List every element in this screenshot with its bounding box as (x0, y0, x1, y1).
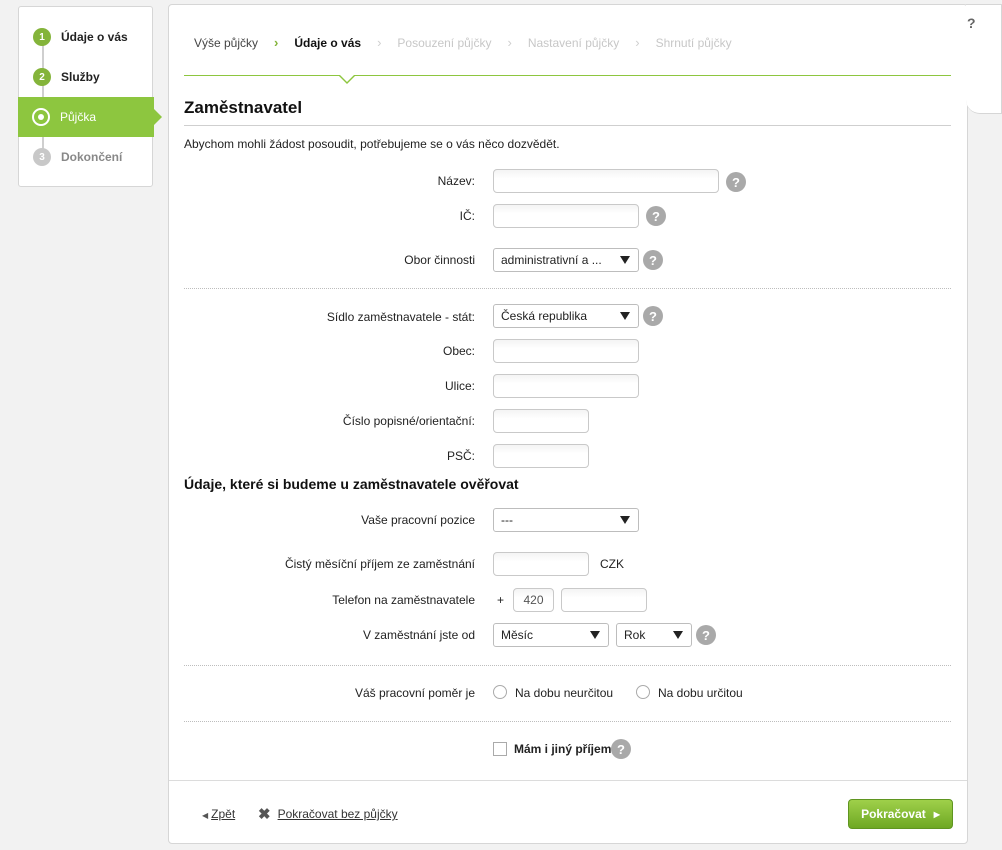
help-icon[interactable]: ? (726, 172, 746, 192)
psc-input[interactable] (493, 444, 589, 468)
sidebar-item-pujcka[interactable]: Půjčka (18, 97, 162, 137)
dropdown-arrow-icon (620, 312, 630, 320)
help-icon[interactable]: ? (646, 206, 666, 226)
section-divider (184, 665, 951, 666)
step-breadcrumb: Výše půjčky › Údaje o vás › Posouzení pů… (194, 35, 732, 50)
skip-loan-link[interactable]: ✖ Pokračovat bez půjčky (258, 805, 398, 823)
step-nastaveni: Nastavení půjčky (527, 35, 620, 50)
step-posouzeni: Posouzení půjčky (397, 35, 492, 50)
obor-select[interactable]: administrativní a ... (493, 248, 639, 272)
help-icon[interactable]: ? (611, 739, 631, 759)
chevron-right-icon: › (274, 35, 279, 50)
chevron-right-icon: › (377, 35, 382, 50)
obor-label: Obor činnosti (404, 253, 475, 267)
current-step-icon (32, 108, 50, 126)
pozice-select[interactable]: --- (493, 508, 639, 532)
back-label: Zpět (211, 807, 236, 821)
progress-sidebar: 1 Údaje o vás 2 Služby Půjčka 3 Dokončen… (18, 6, 162, 187)
neurcitou-label[interactable]: Na dobu neurčitou (515, 686, 613, 700)
prijem-input[interactable] (493, 552, 589, 576)
month-select[interactable]: Měsíc (493, 623, 609, 647)
phone-prefix-input[interactable]: 420 (513, 588, 554, 612)
help-icon[interactable]: ? (643, 306, 663, 326)
step-vyse-pujcky[interactable]: Výše půjčky (194, 36, 258, 50)
nazev-input[interactable] (493, 169, 719, 193)
cislo-input[interactable] (493, 409, 589, 433)
od-label: V zaměstnání jste od (362, 628, 475, 642)
sidebar-item-label: Služby (61, 70, 100, 84)
step-indicator-notch (338, 74, 356, 84)
step-udaje-o-vas: Údaje o vás (294, 35, 362, 50)
section-divider (184, 288, 951, 289)
sidebar-item-dokonceni: 3 Dokončení (19, 137, 154, 177)
back-arrow-icon: ◀ (202, 811, 209, 820)
ulice-label: Ulice: (444, 379, 475, 393)
ulice-input[interactable] (493, 374, 639, 398)
back-link[interactable]: ◀ Zpět (202, 807, 235, 821)
month-value: Měsíc (501, 628, 534, 642)
prijem-label: Čistý měsíční příjem ze zaměstnání (284, 557, 475, 571)
step-shrnuti: Shrnutí půjčky (655, 35, 732, 50)
sidebar-item-label: Údaje o vás (61, 30, 128, 44)
sidlo-label: Sídlo zaměstnavatele - stát: (326, 310, 475, 324)
neurcitou-radio[interactable] (493, 685, 507, 699)
dropdown-arrow-icon (590, 631, 600, 639)
help-icon[interactable]: ? (643, 250, 663, 270)
psc-label: PSČ: (446, 449, 475, 463)
other-income-checkbox[interactable] (493, 742, 507, 756)
step-number: 3 (33, 148, 51, 166)
cislo-label: Číslo popisné/orientační: (342, 414, 475, 428)
continue-label: Pokračovat (861, 807, 926, 821)
verify-title: Údaje, které si budeme u zaměstnavatele … (184, 476, 519, 492)
sidebar-item-label: Půjčka (60, 110, 97, 124)
step-number: 2 (33, 68, 51, 86)
section-divider (184, 721, 951, 722)
ic-label: IČ: (459, 209, 475, 223)
pozice-label: Vaše pracovní pozice (361, 513, 475, 527)
obor-value: administrativní a ... (501, 253, 602, 267)
title-divider (184, 125, 951, 126)
continue-button[interactable]: Pokračovat ▶ (848, 799, 953, 829)
pomer-label: Váš pracovní poměr je (354, 686, 475, 700)
obec-input[interactable] (493, 339, 639, 363)
step-number: 1 (33, 28, 51, 46)
close-icon: ✖ (258, 806, 271, 823)
skip-label: Pokračovat bez půjčky (277, 807, 398, 821)
other-income-label[interactable]: Mám i jiný příjem (514, 742, 611, 756)
chevron-right-icon: › (507, 35, 512, 50)
dropdown-arrow-icon (673, 631, 683, 639)
nazev-label: Název: (437, 174, 475, 188)
arrow-right-icon: ▶ (933, 809, 940, 819)
sidlo-select[interactable]: Česká republika (493, 304, 639, 328)
sidlo-value: Česká republika (501, 309, 588, 323)
currency-label: CZK (600, 557, 624, 571)
dropdown-arrow-icon (620, 256, 630, 264)
year-select[interactable]: Rok (616, 623, 692, 647)
sidebar-item-udaje[interactable]: 1 Údaje o vás (19, 17, 154, 57)
intro-text: Abychom mohli žádost posoudit, potřebuje… (184, 137, 560, 151)
ic-input[interactable] (493, 204, 639, 228)
step-divider (184, 75, 951, 76)
chevron-right-icon: › (635, 35, 640, 50)
year-value: Rok (624, 628, 646, 642)
phone-number-input[interactable] (561, 588, 647, 612)
pozice-value: --- (501, 513, 513, 527)
sidebar-item-label: Dokončení (61, 150, 123, 164)
phone-plus: + (497, 593, 505, 607)
urcitou-label[interactable]: Na dobu určitou (658, 686, 743, 700)
sidebar-item-sluzby[interactable]: 2 Služby (19, 57, 154, 97)
page-title: Zaměstnavatel (184, 98, 303, 117)
footer-divider (169, 780, 967, 781)
help-icon[interactable]: ? (696, 625, 716, 645)
telefon-label: Telefon na zaměstnavatele (332, 593, 475, 607)
obec-label: Obec: (442, 344, 475, 358)
help-corner-icon[interactable]: ? (967, 15, 976, 31)
urcitou-radio[interactable] (636, 685, 650, 699)
dropdown-arrow-icon (620, 516, 630, 524)
